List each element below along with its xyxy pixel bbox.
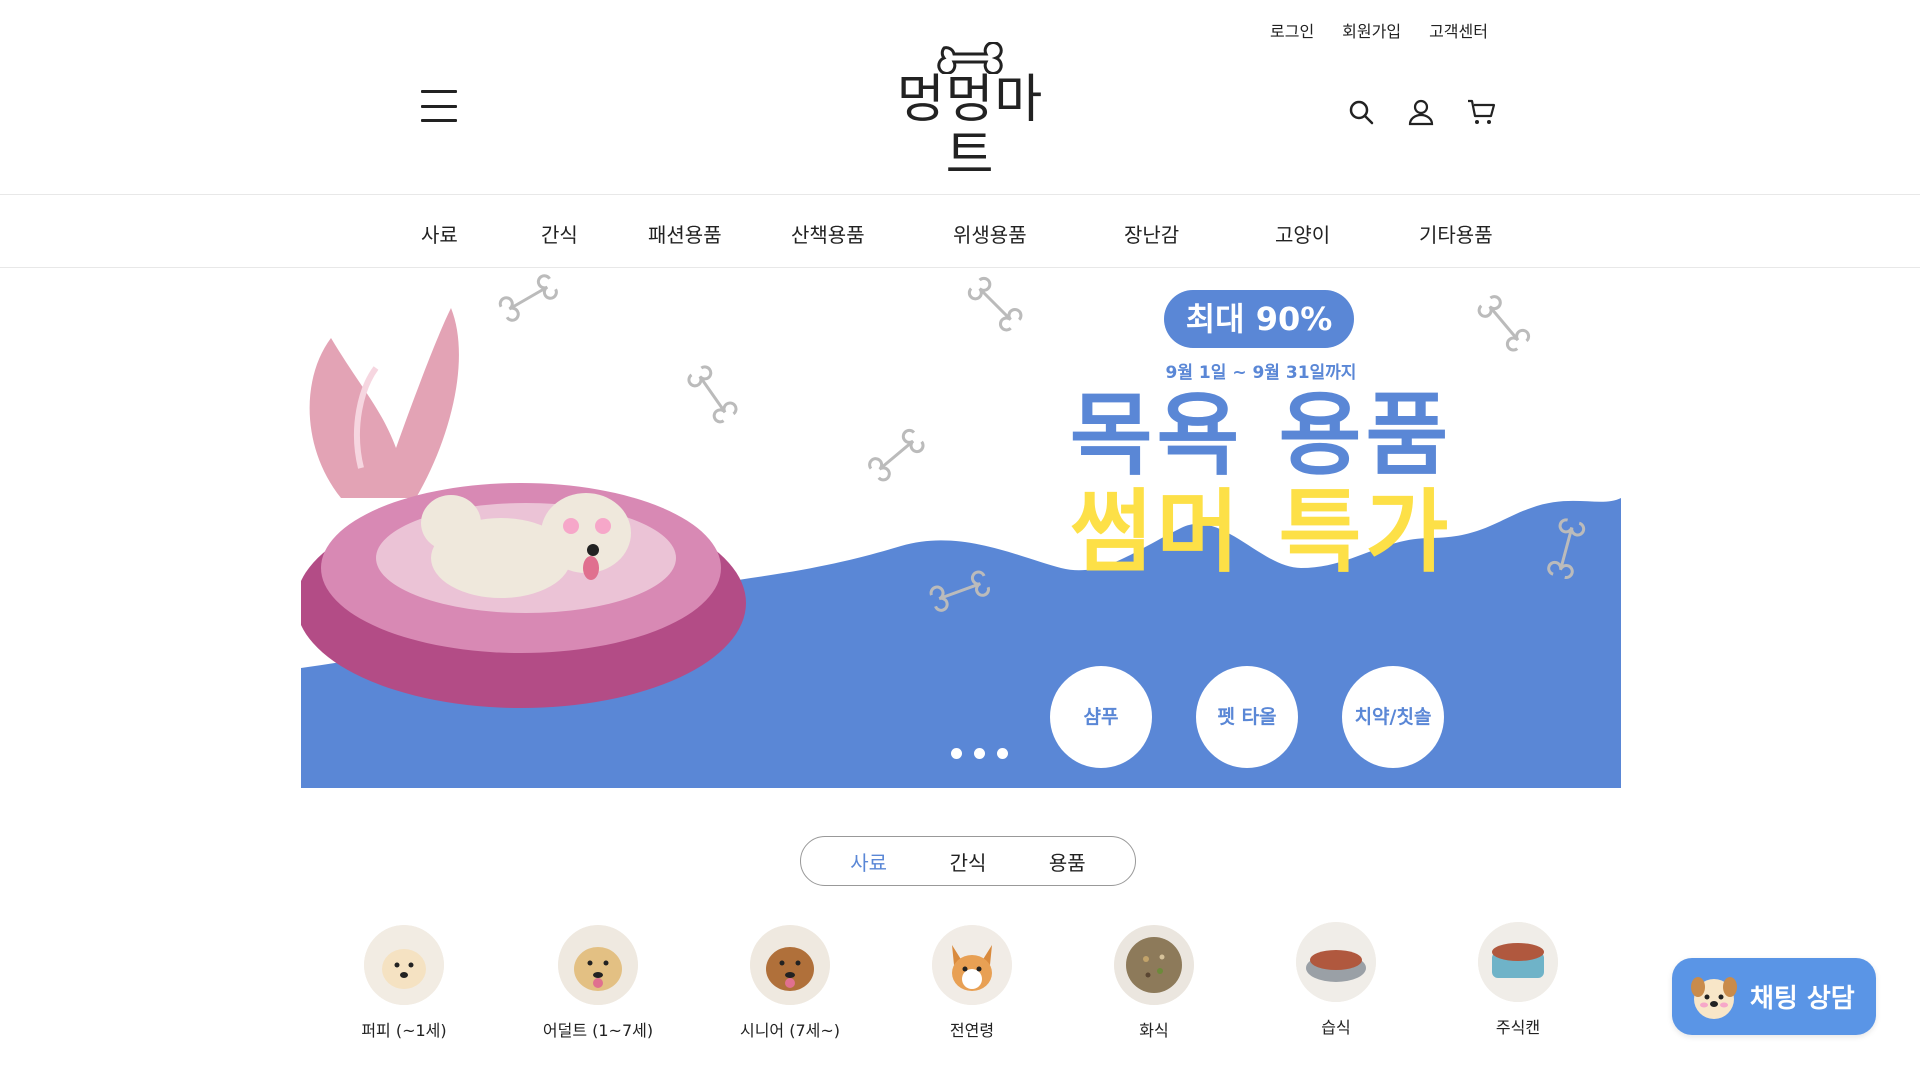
nav-item-hygiene[interactable]: 위생용품 <box>953 219 1027 248</box>
promo-shampoo-button[interactable]: 샴푸 <box>1050 666 1152 768</box>
chat-label: 채팅 상담 <box>1750 984 1855 1014</box>
subcat-puppy[interactable]: 퍼피 (~1세) <box>344 925 464 1041</box>
senior-dog-thumbnail <box>750 925 830 1005</box>
subcat-label: 시니어 (7세~) <box>739 1021 841 1040</box>
subcat-label: 화식 <box>1139 1021 1169 1040</box>
carousel-dot[interactable] <box>951 748 962 759</box>
utility-links: 로그인 회원가입 고객센터 <box>1270 18 1488 42</box>
subcat-label: 퍼피 (~1세) <box>361 1021 447 1040</box>
tab-snack[interactable]: 간식 <box>950 847 987 876</box>
chat-consult-button[interactable]: 채팅 상담 <box>1672 958 1876 1035</box>
header-icons <box>1345 96 1497 128</box>
search-icon[interactable] <box>1345 96 1377 128</box>
promo-dates: 9월 1일 ~ 9월 31일까지 <box>1165 363 1357 383</box>
promo-towel-button[interactable]: 펫 타올 <box>1196 666 1298 768</box>
cooked-food-thumbnail <box>1114 925 1194 1005</box>
adult-dog-thumbnail <box>558 925 638 1005</box>
dog-face-icon <box>1691 976 1737 1019</box>
promo-headline-2: 썸머 특가 <box>1069 480 1453 585</box>
nav-item-walk[interactable]: 산책용품 <box>791 219 865 248</box>
nav-item-etc[interactable]: 기타용품 <box>1419 219 1493 248</box>
subcat-all-ages[interactable]: 전연령 <box>912 925 1032 1041</box>
cart-icon[interactable] <box>1465 96 1497 128</box>
nav-item-cat[interactable]: 고양이 <box>1275 219 1330 248</box>
subcat-label: 주식캔 <box>1495 1018 1541 1037</box>
tab-food[interactable]: 사료 <box>850 847 887 876</box>
subcat-label: 어덜트 (1~7세) <box>542 1021 654 1040</box>
subcat-can[interactable]: 주식캔 <box>1458 922 1578 1038</box>
nav-item-toys[interactable]: 장난감 <box>1124 219 1179 248</box>
promo-banner[interactable]: 최대 90% 9월 1일 ~ 9월 31일까지 목욕 용품 썸머 특가 샴푸 펫… <box>301 268 1621 788</box>
tab-supplies[interactable]: 용품 <box>1049 847 1086 876</box>
corgi-thumbnail <box>932 925 1012 1005</box>
subcat-cooked[interactable]: 화식 <box>1094 925 1214 1041</box>
menu-icon[interactable] <box>421 90 457 122</box>
carousel-dots <box>951 748 1008 759</box>
subcat-senior[interactable]: 시니어 (7세~) <box>730 925 850 1041</box>
category-nav: 사료 간식 패션용품 산책용품 위생용품 장난감 고양이 기타용품 <box>0 194 1920 268</box>
can-food-thumbnail <box>1478 922 1558 1002</box>
nav-item-fashion[interactable]: 패션용품 <box>648 219 722 248</box>
promo-headline-1: 목욕 용품 <box>1069 383 1453 488</box>
user-icon[interactable] <box>1405 96 1437 128</box>
login-link[interactable]: 로그인 <box>1270 18 1314 42</box>
carousel-dot[interactable] <box>997 748 1008 759</box>
subcat-label: 전연령 <box>949 1021 995 1040</box>
nav-item-snack[interactable]: 간식 <box>541 219 578 248</box>
wet-food-thumbnail <box>1296 922 1376 1002</box>
logo[interactable]: 멍멍마트 <box>875 42 1065 184</box>
carousel-dot[interactable] <box>974 748 985 759</box>
signup-link[interactable]: 회원가입 <box>1342 18 1401 42</box>
nav-item-food[interactable]: 사료 <box>421 219 458 248</box>
subcat-adult[interactable]: 어덜트 (1~7세) <box>528 925 668 1041</box>
product-tabs: 사료 간식 용품 <box>800 836 1136 886</box>
promo-toothbrush-button[interactable]: 치약/칫솔 <box>1342 666 1444 768</box>
subcat-wet[interactable]: 습식 <box>1276 922 1396 1038</box>
discount-badge: 최대 90% <box>1164 290 1354 348</box>
logo-text: 멍멍마트 <box>896 70 1044 186</box>
puppy-thumbnail <box>364 925 444 1005</box>
customer-center-link[interactable]: 고객센터 <box>1429 18 1488 42</box>
subcat-label: 습식 <box>1321 1018 1351 1037</box>
